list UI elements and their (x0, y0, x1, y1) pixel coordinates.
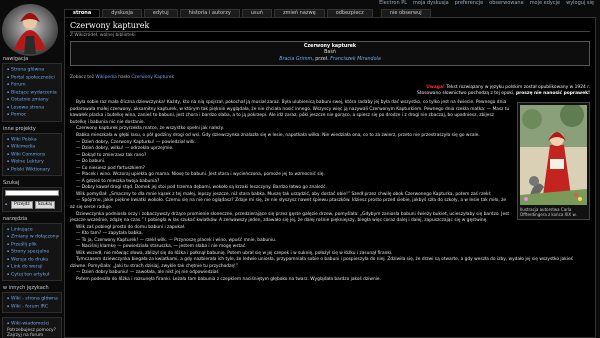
navigation-heading: nawigacja (3, 56, 29, 62)
my-talk-link[interactable]: moja dyskusja (413, 0, 449, 9)
extra-portlet: Wiki-wiadomości Potrzebujesz pomocy? Zaj… (2, 317, 62, 338)
tab-5[interactable]: zmień nazwę (273, 9, 325, 17)
notice-emphasis: proszę nie nanosić poprawek! (515, 91, 590, 97)
nav-item[interactable]: Strona główna (7, 66, 59, 74)
illustration-thumbnail[interactable]: Ilustracja autorstwa Carla Offterdingera… (517, 102, 590, 221)
search-button[interactable]: Szukaj (34, 200, 56, 209)
go-button[interactable]: Przejdź (11, 200, 33, 209)
text-paragraph: Tymczasem dziewczynka biegała za kwiatka… (70, 257, 573, 269)
notice-line2: Stosowano słownictwo pochodzą z tej epok… (417, 91, 515, 97)
tool-item[interactable]: Zmiany w dołączonych (7, 233, 59, 241)
navigation-list: Strona głównaPortal społecznościForumBie… (2, 63, 62, 122)
illustration-image[interactable] (520, 105, 587, 206)
projects-list: Wiki PolskaWikimediaWiki CommonsWolne Le… (2, 132, 62, 176)
languages-heading: w innych językach (3, 285, 49, 291)
tools-list: LinkująceZmiany w dołączonychPrześlij pl… (2, 222, 62, 281)
see-also-line: Zobacz też Wikipedia hasło Czerwony Kapt… (70, 75, 175, 81)
contributions-link[interactable]: moje edycje (530, 0, 560, 9)
languages-list: Wiki - strona głównaWiki - forum IRC (2, 292, 62, 313)
projects-heading: inne projekty (3, 125, 36, 132)
help-text: Potrzebujesz pomocy? Zajrzyj na forum (7, 327, 56, 338)
wikipedia-article-link[interactable]: Czerwony Kapturek (131, 75, 174, 80)
notice-line1: Tekst rozwiązany w języku polskim został… (446, 85, 590, 91)
text-paragraph: Była sobie raz mała śliczna dziewczynka!… (70, 100, 510, 125)
translator-link[interactable]: Franciszek Mirandola (330, 57, 381, 62)
tab-2[interactable]: edytuj (143, 9, 178, 17)
languages-portlet: w innych językach Wiki - strona głównaWi… (2, 285, 62, 313)
tool-item[interactable]: Cytuj ten artykuł (7, 271, 59, 279)
tool-item[interactable]: Prześlij plik (7, 241, 59, 249)
translator-label: przeł. (315, 56, 329, 62)
nav-item[interactable]: Ostatnie zmiany (7, 96, 59, 104)
tab-4[interactable]: usuń (241, 9, 272, 17)
page-title: Czerwony kapturek (70, 21, 590, 32)
tool-item[interactable]: Link do wersji (7, 263, 59, 271)
nav-item[interactable]: Forum (7, 81, 59, 89)
nav-item[interactable]: Pomoc (7, 111, 59, 119)
nav-item[interactable]: Bieżące wydarzenia (7, 89, 59, 97)
tool-item[interactable]: Strony specjalne (7, 248, 59, 256)
nav-item[interactable]: Portal społeczności (7, 74, 59, 82)
preferences-link[interactable]: preferencje (455, 0, 483, 9)
search-input[interactable] (5, 190, 59, 196)
projects-portlet: inne projekty Wiki PolskaWikimediaWiki C… (2, 125, 62, 176)
nav-item[interactable]: Losowa strona (7, 104, 59, 112)
illustration-caption: Ilustracja autorstwa Carla Offterdingera… (520, 207, 577, 218)
language-item[interactable]: Wiki - forum IRC (7, 303, 59, 311)
tab-6[interactable]: odbezpiecz (326, 9, 373, 17)
sidebar: nawigacja Strona głównaPortal społecznoś… (2, 56, 62, 338)
text-paragraph: Dziewczynka podniosła oczy i zobaczywszy… (70, 211, 510, 224)
navigation-portlet: nawigacja Strona głównaPortal społecznoś… (2, 56, 62, 122)
text-paragraph: Potem podeszła do łóżka i rozsunęła fira… (76, 276, 381, 282)
work-text: Ilustracja autorstwa Carla Offterdingera… (70, 100, 590, 283)
personal-toolbar: Electron PL moja dyskusja preferencje ob… (360, 0, 600, 9)
wikipedia-link[interactable]: Wikipedia (95, 75, 116, 80)
user-page-link[interactable]: Electron PL (379, 0, 407, 9)
project-item[interactable]: Polski Wiktionary (7, 166, 59, 174)
tab-1[interactable]: dyskusja (102, 9, 142, 17)
project-item[interactable]: Wikimedia (7, 143, 59, 151)
project-item[interactable]: Wolne Lektury (7, 158, 59, 166)
tools-portlet: narzędzia LinkująceZmiany w dołączonychP… (2, 215, 62, 281)
edition-notice: Uwaga! Tekst rozwiązany w języku polskim… (70, 85, 590, 97)
project-item[interactable]: Wiki Polska (7, 136, 59, 144)
tool-item[interactable]: Wersja do druku (7, 256, 59, 264)
main-content: Czerwony kapturek Z Wikiźródeł, wolnej b… (64, 17, 596, 338)
site-logo[interactable] (0, 0, 66, 60)
tool-item[interactable]: Linkujące (7, 226, 59, 234)
text-paragraph: — Spójrzno, jakie piękne kwiatki wokoło.… (70, 198, 507, 210)
tools-heading: narzędzia (3, 215, 28, 222)
notice-label: Uwaga! (426, 85, 445, 91)
author-link[interactable]: Bracia Grimm (279, 57, 312, 62)
logout-link[interactable]: wyloguj się (566, 0, 594, 9)
page-tabs: strona dyskusja edytuj historia i autorzy us… (64, 9, 431, 17)
watchlist-link[interactable]: obserwowane (489, 0, 524, 9)
tab-7[interactable]: nie obserwuj (380, 9, 431, 17)
project-item[interactable]: Wiki Commons (7, 151, 59, 159)
language-item[interactable]: Wiki - strona główna (7, 295, 59, 303)
tab-0[interactable]: strona (64, 9, 101, 17)
search-portlet: Szukaj Przejdź Szukaj (2, 180, 62, 212)
paragraphs: Była sobie raz mała śliczna dziewczynka!… (70, 100, 590, 283)
wiki-news-link[interactable]: Wiki-wiadomości (7, 320, 59, 328)
work-header-box: Czerwony kapturek Baśń Bracia Grimm, prz… (70, 41, 590, 67)
site-subtitle: Z Wikiźródeł, wolnej biblioteki (70, 33, 136, 38)
tab-3[interactable]: historia i autorzy (179, 9, 240, 17)
search-heading: Szukaj (3, 180, 20, 186)
